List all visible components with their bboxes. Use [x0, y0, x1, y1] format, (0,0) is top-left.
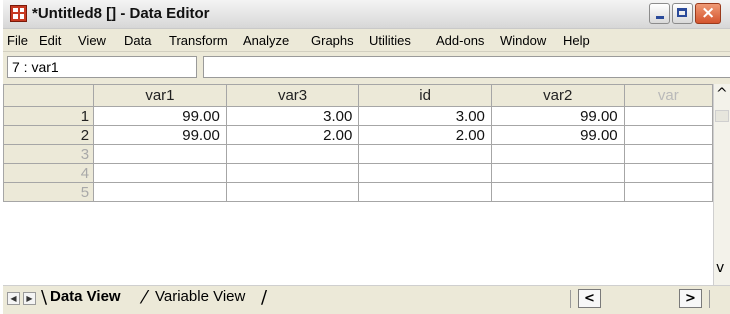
menu-view[interactable]: View [78, 33, 106, 48]
menu-help[interactable]: Help [563, 33, 590, 48]
data-cell[interactable]: 3.00 [358, 106, 492, 126]
data-cell[interactable] [490, 182, 625, 202]
data-cell[interactable] [490, 163, 625, 183]
data-cell[interactable]: 2.00 [358, 125, 492, 145]
data-cell[interactable] [623, 125, 713, 145]
menu-analyze[interactable]: Analyze [243, 33, 289, 48]
tab-separator-icon: ⁄ [143, 287, 147, 308]
row-number[interactable]: 4 [3, 163, 95, 183]
cell-value-input[interactable] [203, 56, 730, 78]
scrollbar-divider [709, 290, 710, 308]
menu-bar: File Edit View Data Transform Analyze Gr… [3, 29, 730, 52]
data-cell[interactable] [93, 163, 227, 183]
tab-separator-icon: / [261, 287, 268, 308]
menu-graphs[interactable]: Graphs [311, 33, 354, 48]
vertical-scrollbar[interactable]: ^ v [713, 84, 730, 285]
data-editor-window: *Untitled8 [] - Data Editor × File Edit … [3, 0, 730, 314]
data-cell[interactable]: 99.00 [490, 106, 625, 126]
data-cell[interactable] [623, 106, 713, 126]
data-cell[interactable] [623, 144, 713, 164]
menu-file[interactable]: File [7, 33, 28, 48]
data-cell[interactable]: 99.00 [490, 125, 625, 145]
cell-reference-field[interactable]: 7 : var1 [7, 56, 197, 78]
title-bar[interactable]: *Untitled8 [] - Data Editor × [3, 0, 730, 29]
data-cell[interactable]: 3.00 [225, 106, 360, 126]
data-cell[interactable] [225, 144, 360, 164]
data-cell[interactable] [490, 144, 625, 164]
table-row: 1 99.00 3.00 3.00 99.00 [3, 106, 713, 126]
data-grid: var1 var3 id var2 var 1 99.00 3.00 3.00 … [3, 84, 713, 285]
tab-scroll-right-icon[interactable]: ▶ [23, 292, 36, 305]
scroll-thumb[interactable] [715, 110, 729, 122]
close-icon: × [701, 3, 716, 23]
data-cell[interactable] [225, 163, 360, 183]
sheet-tab-bar: ◀ ▶ \ Data View ⁄ Variable View / < > [3, 285, 730, 314]
scroll-down-icon[interactable]: v [716, 260, 724, 276]
data-cell[interactable] [623, 182, 713, 202]
row-number[interactable]: 1 [3, 106, 95, 126]
column-header[interactable]: id [358, 84, 492, 107]
data-table: var1 var3 id var2 var 1 99.00 3.00 3.00 … [3, 84, 713, 202]
minimize-button[interactable] [649, 3, 670, 24]
row-number[interactable]: 2 [3, 125, 95, 145]
maximize-button[interactable] [672, 3, 693, 24]
menu-transform[interactable]: Transform [169, 33, 228, 48]
menu-utilities[interactable]: Utilities [369, 33, 411, 48]
table-row: 3 [3, 144, 713, 164]
table-row: 5 [3, 182, 713, 202]
table-row: 2 99.00 2.00 2.00 99.00 [3, 125, 713, 145]
cell-editor-bar: 7 : var1 [3, 52, 730, 82]
close-button[interactable]: × [695, 3, 721, 24]
data-cell[interactable]: 99.00 [93, 106, 227, 126]
menu-add-ons[interactable]: Add-ons [436, 33, 484, 48]
menu-window[interactable]: Window [500, 33, 546, 48]
tab-data-view[interactable]: Data View [50, 288, 121, 305]
row-number[interactable]: 3 [3, 144, 95, 164]
data-cell[interactable] [358, 182, 492, 202]
data-cell[interactable] [358, 163, 492, 183]
tab-separator-icon: \ [41, 287, 48, 308]
column-header-empty[interactable]: var [623, 84, 713, 107]
menu-data[interactable]: Data [124, 33, 151, 48]
column-header-row: var1 var3 id var2 var [3, 84, 713, 107]
column-header[interactable]: var2 [490, 84, 625, 107]
data-cell[interactable] [358, 144, 492, 164]
column-header[interactable]: var3 [225, 84, 360, 107]
scroll-up-icon[interactable]: ^ [716, 86, 728, 102]
data-cell[interactable] [623, 163, 713, 183]
tab-variable-view[interactable]: Variable View [155, 288, 245, 305]
grid-corner[interactable] [3, 84, 95, 107]
table-row: 4 [3, 163, 713, 183]
data-cell[interactable]: 2.00 [225, 125, 360, 145]
tab-scroll-left-icon[interactable]: ◀ [7, 292, 20, 305]
scrollbar-divider [570, 290, 571, 308]
spss-grid-icon [10, 5, 27, 22]
column-header[interactable]: var1 [93, 84, 227, 107]
data-cell[interactable] [93, 182, 227, 202]
row-number[interactable]: 5 [3, 182, 95, 202]
data-cell[interactable]: 99.00 [93, 125, 227, 145]
data-cell[interactable] [225, 182, 360, 202]
scroll-left-icon[interactable]: < [578, 289, 601, 308]
scroll-right-icon[interactable]: > [679, 289, 702, 308]
data-cell[interactable] [93, 144, 227, 164]
menu-edit[interactable]: Edit [39, 33, 61, 48]
window-title: *Untitled8 [] - Data Editor [32, 5, 210, 22]
